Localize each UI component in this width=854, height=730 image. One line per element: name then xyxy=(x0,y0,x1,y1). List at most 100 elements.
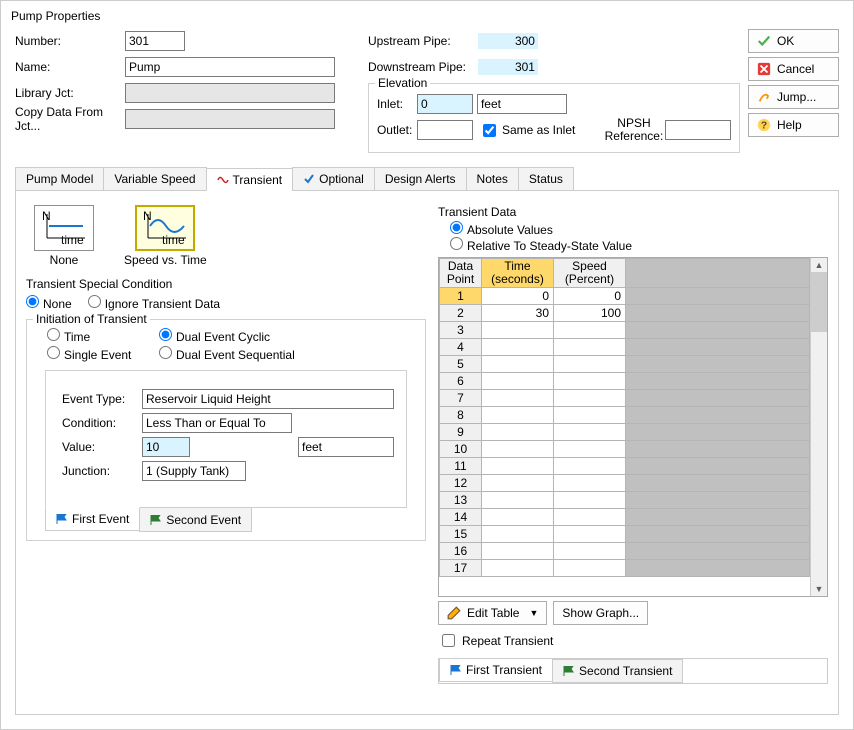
tab-design-alerts[interactable]: Design Alerts xyxy=(374,167,467,190)
cell-time[interactable] xyxy=(482,441,554,458)
tab-optional[interactable]: Optional xyxy=(292,167,375,190)
opt-none[interactable]: Ntime None xyxy=(34,205,94,267)
inlet-unit-select[interactable]: feet xyxy=(477,94,567,114)
init-time[interactable]: Time xyxy=(47,328,143,344)
row-header[interactable]: 16 xyxy=(440,543,482,560)
cell-time[interactable] xyxy=(482,339,554,356)
subtab-first-transient[interactable]: First Transient xyxy=(439,658,553,682)
special-none[interactable]: None xyxy=(26,295,72,311)
row-header[interactable]: 1 xyxy=(440,288,482,305)
repeat-transient-check[interactable]: Repeat Transient xyxy=(438,631,828,650)
same-as-inlet-check[interactable]: Same as Inlet xyxy=(479,121,589,140)
tab-status[interactable]: Status xyxy=(518,167,574,190)
scroll-down-icon[interactable]: ▼ xyxy=(811,582,827,596)
condition-select[interactable]: Less Than or Equal To xyxy=(142,413,292,433)
value-input[interactable] xyxy=(142,437,190,457)
outlet-input[interactable] xyxy=(417,120,473,140)
cell-speed[interactable] xyxy=(554,543,626,560)
tdata-abs[interactable]: Absolute Values xyxy=(450,223,553,237)
row-header[interactable]: 4 xyxy=(440,339,482,356)
cell-speed[interactable] xyxy=(554,373,626,390)
cell-speed[interactable] xyxy=(554,441,626,458)
cell-time[interactable] xyxy=(482,373,554,390)
subtab-first-event[interactable]: First Event xyxy=(45,507,140,531)
subtab-second-transient[interactable]: Second Transient xyxy=(552,659,683,683)
scroll-up-icon[interactable]: ▲ xyxy=(811,258,827,272)
init-dual-cyclic[interactable]: Dual Event Cyclic xyxy=(159,328,270,344)
row-header[interactable]: 6 xyxy=(440,373,482,390)
cell-time[interactable] xyxy=(482,526,554,543)
value-unit-select[interactable]: feet xyxy=(298,437,394,457)
col-point[interactable]: Data Point xyxy=(440,259,482,288)
row-header[interactable]: 9 xyxy=(440,424,482,441)
cell-speed[interactable] xyxy=(554,339,626,356)
cancel-button[interactable]: Cancel xyxy=(748,57,839,81)
special-ignore[interactable]: Ignore Transient Data xyxy=(88,295,220,311)
row-header[interactable]: 10 xyxy=(440,441,482,458)
cell-speed[interactable] xyxy=(554,424,626,441)
cell-speed[interactable] xyxy=(554,526,626,543)
cell-time[interactable] xyxy=(482,322,554,339)
row-header[interactable]: 8 xyxy=(440,407,482,424)
cell-time[interactable] xyxy=(482,492,554,509)
cell-speed[interactable] xyxy=(554,509,626,526)
tab-transient[interactable]: Transient xyxy=(206,168,294,191)
tab-pump-model[interactable]: Pump Model xyxy=(15,167,104,190)
ok-button[interactable]: OK xyxy=(748,29,839,53)
col-speed[interactable]: Speed (Percent) xyxy=(554,259,626,288)
inlet-input[interactable] xyxy=(417,94,473,114)
cell-speed[interactable] xyxy=(554,356,626,373)
cell-time[interactable] xyxy=(482,390,554,407)
name-select[interactable]: Pump xyxy=(125,57,335,77)
cell-speed[interactable] xyxy=(554,407,626,424)
cell-time[interactable] xyxy=(482,509,554,526)
col-time[interactable]: Time (seconds) xyxy=(482,259,554,288)
cell-speed[interactable] xyxy=(554,458,626,475)
cell-speed[interactable] xyxy=(554,492,626,509)
init-single[interactable]: Single Event xyxy=(47,346,143,362)
row-header[interactable]: 5 xyxy=(440,356,482,373)
row-header[interactable]: 2 xyxy=(440,305,482,322)
row-header[interactable]: 15 xyxy=(440,526,482,543)
cell-time[interactable] xyxy=(482,458,554,475)
cell-speed[interactable]: 0 xyxy=(554,288,626,305)
help-button[interactable]: ?Help xyxy=(748,113,839,137)
cell-time[interactable]: 30 xyxy=(482,305,554,322)
show-graph-button[interactable]: Show Graph... xyxy=(553,601,648,625)
edit-table-button[interactable]: Edit Table▼ xyxy=(438,601,547,625)
cell-speed[interactable] xyxy=(554,560,626,577)
tab-notes[interactable]: Notes xyxy=(466,167,519,190)
library-select[interactable] xyxy=(125,83,335,103)
row-header[interactable]: 17 xyxy=(440,560,482,577)
scroll-thumb[interactable] xyxy=(811,272,827,332)
tab-variable-speed[interactable]: Variable Speed xyxy=(103,167,206,190)
cell-time[interactable] xyxy=(482,356,554,373)
tdata-rel[interactable]: Relative To Steady-State Value xyxy=(450,239,632,253)
cell-speed[interactable] xyxy=(554,475,626,492)
number-input[interactable] xyxy=(125,31,185,51)
cell-speed[interactable] xyxy=(554,390,626,407)
cell-speed[interactable] xyxy=(554,322,626,339)
junction-select[interactable]: 1 (Supply Tank) xyxy=(142,461,246,481)
event-type-select[interactable]: Reservoir Liquid Height xyxy=(142,389,394,409)
table-scrollbar[interactable]: ▲ ▼ xyxy=(810,258,827,596)
cell-time[interactable] xyxy=(482,560,554,577)
row-header[interactable]: 7 xyxy=(440,390,482,407)
init-dual-seq[interactable]: Dual Event Sequential xyxy=(159,346,295,362)
transient-table[interactable]: Data Point Time (seconds) Speed (Percent… xyxy=(438,257,828,597)
row-header[interactable]: 13 xyxy=(440,492,482,509)
subtab-second-event[interactable]: Second Event xyxy=(139,508,252,532)
cell-time[interactable] xyxy=(482,543,554,560)
opt-speed-vs-time[interactable]: Ntime Speed vs. Time xyxy=(124,205,207,267)
row-header[interactable]: 12 xyxy=(440,475,482,492)
cell-speed[interactable]: 100 xyxy=(554,305,626,322)
jump-button[interactable]: Jump... xyxy=(748,85,839,109)
copy-select[interactable] xyxy=(125,109,335,129)
npsh-input[interactable] xyxy=(665,120,731,140)
cell-time[interactable] xyxy=(482,407,554,424)
cell-time[interactable] xyxy=(482,475,554,492)
row-header[interactable]: 14 xyxy=(440,509,482,526)
cell-time[interactable]: 0 xyxy=(482,288,554,305)
cell-time[interactable] xyxy=(482,424,554,441)
row-header[interactable]: 3 xyxy=(440,322,482,339)
